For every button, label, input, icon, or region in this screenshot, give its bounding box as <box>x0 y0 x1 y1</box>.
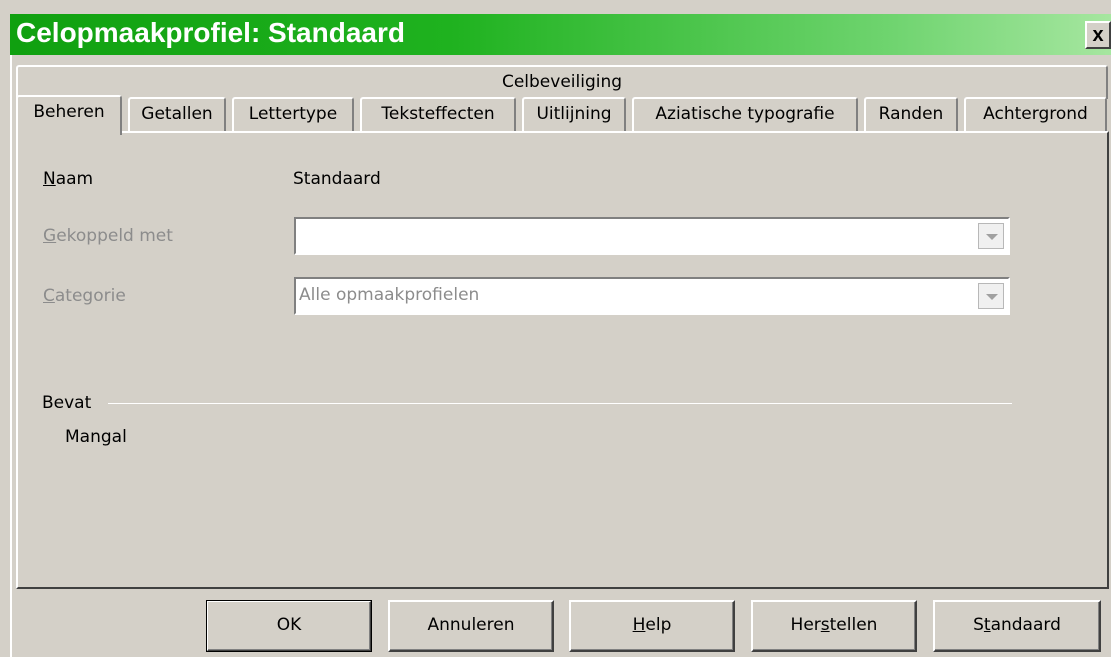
category-value: Alle opmaakprofielen <box>299 285 480 305</box>
name-value: Standaard <box>293 169 381 189</box>
reset-button[interactable]: Herstellen <box>751 600 917 652</box>
contains-value: Mangal <box>65 427 127 447</box>
tab-lettertype[interactable]: Lettertype <box>232 97 354 131</box>
tab-panel-beheren <box>16 131 1109 589</box>
standard-button[interactable]: Standaard <box>933 600 1101 652</box>
close-icon: x <box>1092 24 1104 46</box>
tab-beheren[interactable]: Beheren <box>16 95 122 135</box>
linked-with-label: Gekoppeld met <box>43 226 173 246</box>
tab-aziatische-typografie[interactable]: Aziatische typografie <box>632 97 858 131</box>
tab-randen[interactable]: Randen <box>864 97 958 131</box>
ok-button[interactable]: OK <box>206 600 372 652</box>
linked-with-combobox[interactable] <box>294 217 1010 255</box>
category-label: Categorie <box>43 286 126 306</box>
chevron-down-icon[interactable] <box>978 223 1004 249</box>
cancel-button[interactable]: Annuleren <box>388 600 554 652</box>
style-dialog: Celopmaakprofiel: Standaard x Celbeveili… <box>0 0 1111 657</box>
chevron-down-icon[interactable] <box>978 283 1004 309</box>
contains-separator <box>108 403 1012 404</box>
tab-getallen[interactable]: Getallen <box>128 97 226 131</box>
window-title: Celopmaakprofiel: Standaard <box>16 17 405 48</box>
close-button[interactable]: x <box>1085 21 1111 49</box>
title-bar[interactable]: Celopmaakprofiel: Standaard x <box>10 14 1111 55</box>
tab-achtergrond[interactable]: Achtergrond <box>964 97 1107 131</box>
tab-celbeveiliging[interactable]: Celbeveiliging <box>16 65 1108 99</box>
help-button[interactable]: Help <box>569 600 735 652</box>
name-label: Naam <box>43 169 94 189</box>
category-combobox[interactable]: Alle opmaakprofielen <box>294 277 1010 315</box>
tab-uitlijning[interactable]: Uitlijning <box>522 97 626 131</box>
contains-label: Bevat <box>42 393 92 413</box>
tab-teksteffecten[interactable]: Teksteffecten <box>360 97 516 131</box>
